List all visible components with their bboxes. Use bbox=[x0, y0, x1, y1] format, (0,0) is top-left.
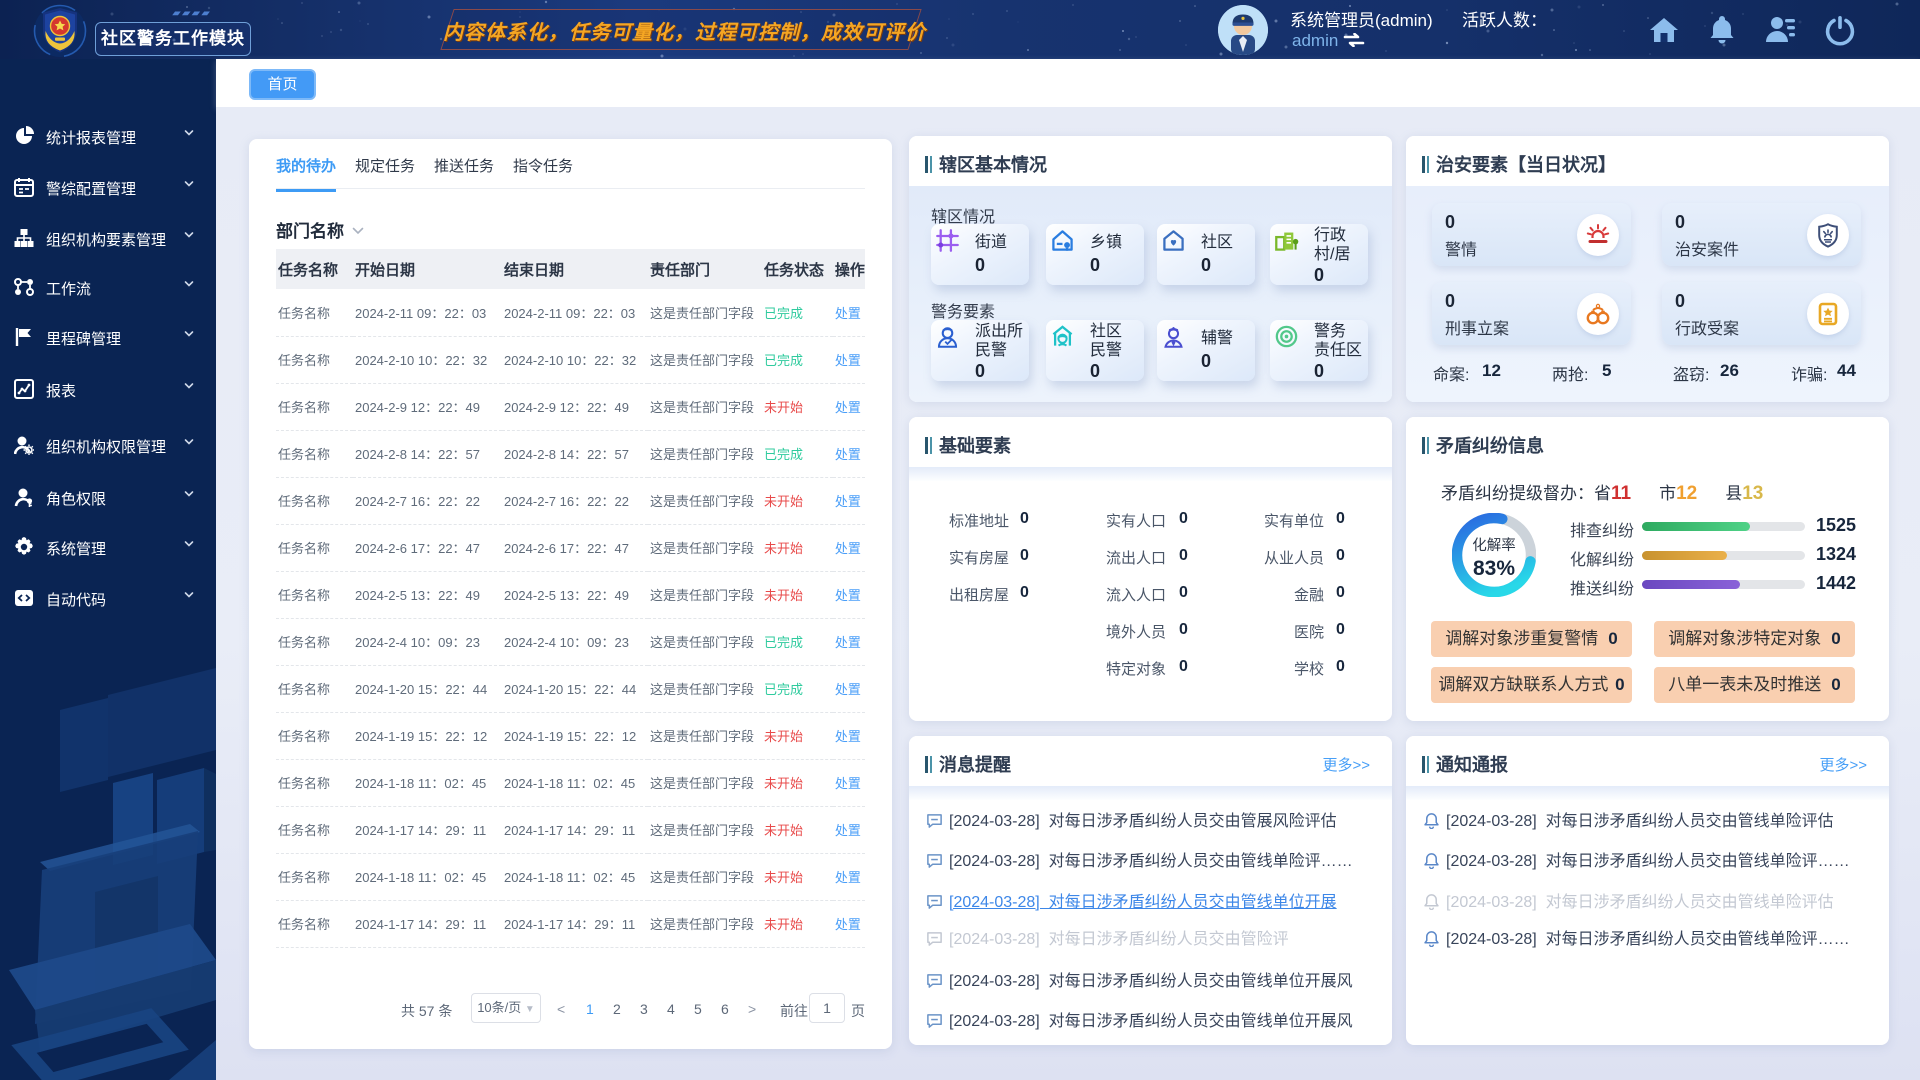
svg-text:83%: 83% bbox=[1473, 557, 1515, 580]
svg-text:化解率: 化解率 bbox=[1472, 537, 1516, 554]
